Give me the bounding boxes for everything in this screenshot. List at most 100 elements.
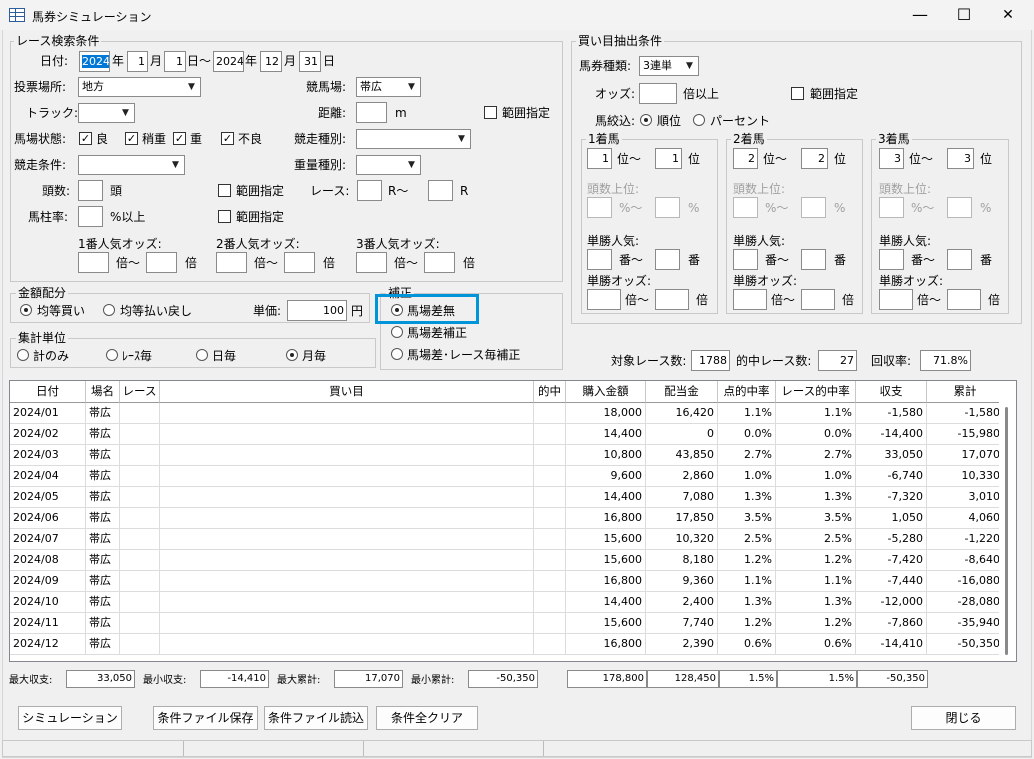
bet-type-select[interactable]: 3連単 ▼ <box>639 56 699 76</box>
column-header[interactable]: 点的中率 <box>718 381 776 403</box>
column-header[interactable]: レース的中率 <box>776 381 856 403</box>
condition-good-checkbox[interactable]: ✓ <box>79 132 92 145</box>
column-header[interactable]: 日付 <box>10 381 86 403</box>
condition-slightly-heavy-checkbox[interactable]: ✓ <box>125 132 138 145</box>
post-range-checkbox[interactable] <box>218 210 231 223</box>
condition-heavy-checkbox[interactable]: ✓ <box>173 132 186 145</box>
column-header[interactable]: 配当金 <box>646 381 718 403</box>
odds3-from-field[interactable] <box>356 252 387 273</box>
table-row[interactable]: 2024/11 帯広 15,600 7,740 1.2% 1.2% -7,860 -35,94… <box>10 613 999 634</box>
horse2-to-field[interactable]: 2 <box>801 148 828 169</box>
horse3-to-field[interactable]: 3 <box>947 148 974 169</box>
table-row[interactable]: 2024/04 帯広 9,600 2,860 1.0% 1.0% -6,740 10,330 <box>10 466 999 487</box>
track-select[interactable]: ▼ <box>78 103 135 123</box>
horse1-pct-from-field[interactable] <box>587 197 612 218</box>
course-select[interactable]: 帯広 ▼ <box>356 77 421 97</box>
race-from-field[interactable] <box>357 180 382 201</box>
column-header[interactable]: 収支 <box>856 381 927 403</box>
horse2-pct-to-field[interactable] <box>801 197 826 218</box>
table-row[interactable]: 2024/09 帯広 16,800 9,360 1.1% 1.1% -7,440 -16,08… <box>10 571 999 592</box>
close-window-button[interactable]: ✕ <box>986 0 1030 30</box>
aggregate-race-radio[interactable] <box>106 349 118 361</box>
horse2-winodds-to-field[interactable] <box>801 289 835 310</box>
table-row[interactable]: 2024/02 帯広 14,400 0 0.0% 0.0% -14,400 -15,980 <box>10 424 999 445</box>
horse3-pop-from-field[interactable] <box>879 249 904 270</box>
aggregate-daily-radio[interactable] <box>196 349 208 361</box>
column-header[interactable]: 場名 <box>86 381 120 403</box>
odds1-to-field[interactable] <box>146 252 177 273</box>
clear-conditions-button[interactable]: 条件全クリア <box>376 706 478 730</box>
bet-odds-field[interactable] <box>639 83 677 104</box>
save-conditions-button[interactable]: 条件ファイル保存 <box>153 706 258 730</box>
to-month-field[interactable]: 12 <box>260 51 282 72</box>
from-day-field[interactable]: 1 <box>164 51 186 72</box>
table-row[interactable]: 2024/01 帯広 18,000 16,420 1.1% 1.1% -1,580 -1,58… <box>10 403 999 424</box>
table-row[interactable]: 2024/03 帯広 10,800 43,850 2.7% 2.7% 33,050 17,07… <box>10 445 999 466</box>
horse2-pct-from-field[interactable] <box>733 197 758 218</box>
correction-track-radio[interactable] <box>391 326 403 338</box>
horse2-winodds-from-field[interactable] <box>733 289 767 310</box>
close-button[interactable]: 閉じる <box>911 706 1016 730</box>
column-header[interactable]: 的中 <box>534 381 566 403</box>
horse1-to-field[interactable]: 1 <box>655 148 682 169</box>
odds3-to-field[interactable] <box>424 252 455 273</box>
table-row[interactable]: 2024/05 帯広 14,400 7,080 1.3% 1.3% -7,320 3,010 <box>10 487 999 508</box>
table-row[interactable]: 2024/06 帯広 16,800 17,850 3.5% 3.5% 1,050 4,060 <box>10 508 999 529</box>
results-table[interactable]: 日付 場名 レース 買い目 的中 購入金額 配当金 点的中率 レース的中率 収支 累計 2024/01… <box>9 380 1017 662</box>
horse1-from-field[interactable]: 1 <box>587 148 612 169</box>
aggregate-monthly-radio[interactable] <box>286 349 298 361</box>
horse2-from-field[interactable]: 2 <box>733 148 758 169</box>
equal-return-radio[interactable] <box>103 304 115 316</box>
post-field[interactable] <box>78 206 103 227</box>
column-header[interactable]: 買い目 <box>160 381 534 403</box>
weight-select[interactable]: ▼ <box>356 155 421 175</box>
horse1-winodds-to-field[interactable] <box>655 289 689 310</box>
simulate-button[interactable]: シミュレーション <box>18 706 122 730</box>
horse1-winodds-from-field[interactable] <box>587 289 621 310</box>
racecond-select[interactable]: ▼ <box>78 155 185 175</box>
unit-price-field[interactable]: 100 <box>287 300 347 321</box>
horse3-pct-to-field[interactable] <box>947 197 972 218</box>
correction-none-radio[interactable] <box>391 304 403 316</box>
odds1-from-field[interactable] <box>78 252 109 273</box>
bet-odds-range-checkbox[interactable] <box>791 87 804 100</box>
horse3-from-field[interactable]: 3 <box>879 148 904 169</box>
distance-range-checkbox[interactable] <box>484 106 497 119</box>
horse1-pop-to-field[interactable] <box>655 249 680 270</box>
from-month-field[interactable]: 1 <box>127 51 148 72</box>
horse3-winodds-to-field[interactable] <box>947 289 981 310</box>
equal-buy-radio[interactable] <box>20 304 32 316</box>
narrow-percent-radio[interactable] <box>693 114 705 126</box>
narrow-rank-radio[interactable] <box>640 114 652 126</box>
to-year-field[interactable]: 2024 <box>213 51 244 72</box>
race-to-field[interactable] <box>428 180 453 201</box>
horse3-winodds-from-field[interactable] <box>879 289 913 310</box>
venue-select[interactable]: 地方 ▼ <box>78 77 201 97</box>
racetype-select[interactable]: ▼ <box>356 129 471 149</box>
odds2-to-field[interactable] <box>284 252 315 273</box>
condition-bad-checkbox[interactable]: ✓ <box>221 132 234 145</box>
table-row[interactable]: 2024/10 帯広 14,400 2,400 1.3% 1.3% -12,000 -28,0… <box>10 592 999 613</box>
correction-track-race-radio[interactable] <box>391 348 403 360</box>
distance-field[interactable] <box>356 102 387 123</box>
table-row[interactable]: 2024/07 帯広 15,600 10,320 2.5% 2.5% -5,280 -1,22… <box>10 529 999 550</box>
table-scrollbar[interactable] <box>999 403 1016 661</box>
load-conditions-button[interactable]: 条件ファイル読込 <box>264 706 368 730</box>
column-header[interactable]: 累計 <box>927 381 999 403</box>
heads-field[interactable] <box>78 180 103 201</box>
maximize-button[interactable]: ☐ <box>942 0 986 30</box>
horse2-pop-to-field[interactable] <box>801 249 826 270</box>
horse1-pop-from-field[interactable] <box>587 249 612 270</box>
table-row[interactable]: 2024/12 帯広 16,800 2,390 0.6% 0.6% -14,410 -50,3… <box>10 634 999 655</box>
horse3-pct-from-field[interactable] <box>879 197 904 218</box>
horse1-pct-to-field[interactable] <box>655 197 680 218</box>
odds2-from-field[interactable] <box>216 252 247 273</box>
minimize-button[interactable]: — <box>898 0 942 30</box>
to-day-field[interactable]: 31 <box>299 51 321 72</box>
column-header[interactable]: 購入金額 <box>566 381 646 403</box>
heads-range-checkbox[interactable] <box>218 184 231 197</box>
horse3-pop-to-field[interactable] <box>947 249 972 270</box>
aggregate-total-radio[interactable] <box>17 349 29 361</box>
from-year-field[interactable]: 2024 <box>79 51 110 72</box>
table-row[interactable]: 2024/08 帯広 15,600 8,180 1.2% 1.2% -7,420 -8,640 <box>10 550 999 571</box>
